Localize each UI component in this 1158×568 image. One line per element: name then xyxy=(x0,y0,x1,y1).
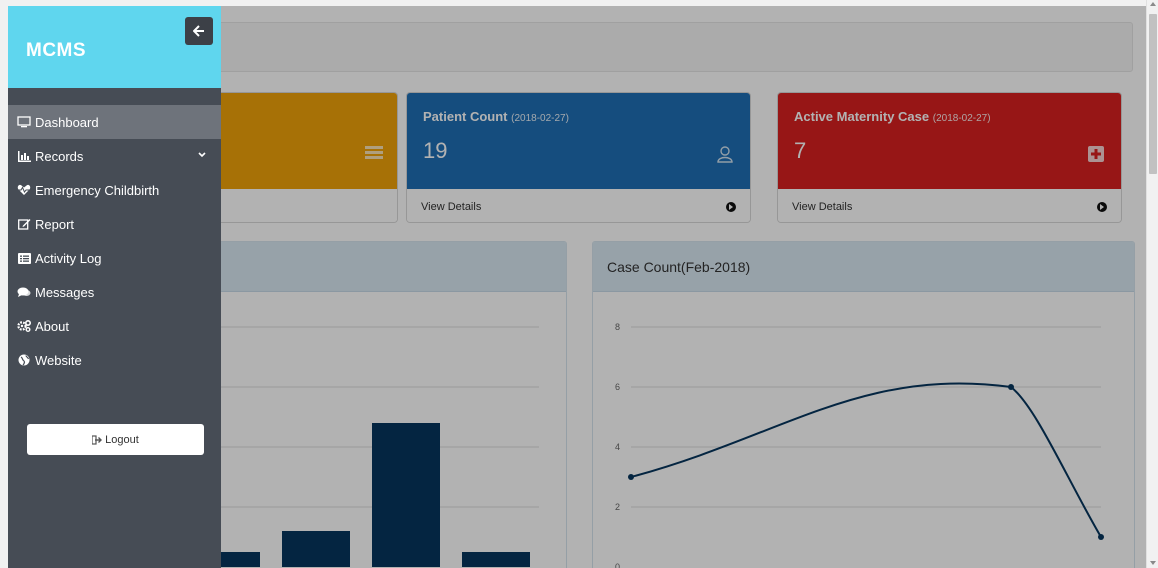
sidebar: MCMS Dashboard Records Emergency Childbi… xyxy=(8,6,221,568)
sidebar-item-label: Activity Log xyxy=(35,250,102,266)
sidebar-item-report[interactable]: Report xyxy=(8,207,221,241)
collapse-sidebar-button[interactable] xyxy=(185,17,213,45)
logout-button[interactable]: Logout xyxy=(27,424,204,455)
arrow-left-icon xyxy=(193,25,204,37)
sidebar-item-dashboard[interactable]: Dashboard xyxy=(8,105,221,139)
sidebar-item-label: Messages xyxy=(35,284,95,300)
sidebar-item-activity-log[interactable]: Activity Log xyxy=(8,241,221,275)
bar-chart-icon xyxy=(17,149,31,163)
sidebar-item-label: Emergency Childbirth xyxy=(35,182,160,198)
edit-icon xyxy=(17,217,31,231)
sidebar-menu: Dashboard Records Emergency Childbirth R… xyxy=(8,105,221,377)
brand-header: MCMS xyxy=(8,6,221,88)
sign-out-icon xyxy=(92,434,103,445)
sidebar-item-label: Records xyxy=(35,148,84,164)
gears-icon xyxy=(17,319,31,333)
monitor-icon xyxy=(17,115,31,129)
browser-frame-left xyxy=(0,0,8,568)
chevron-down-icon xyxy=(198,152,206,158)
sidebar-item-records[interactable]: Records xyxy=(8,139,221,173)
sidebar-item-about[interactable]: About xyxy=(8,309,221,343)
sidebar-item-messages[interactable]: Messages xyxy=(8,275,221,309)
scroll-down-icon[interactable] xyxy=(1150,561,1156,565)
list-icon xyxy=(17,251,31,265)
page-scrollbar[interactable] xyxy=(1146,0,1158,568)
sidebar-item-label: About xyxy=(35,318,69,334)
comments-icon xyxy=(17,285,31,299)
scroll-up-icon[interactable] xyxy=(1150,2,1156,6)
sidebar-item-website[interactable]: Website xyxy=(8,343,221,377)
logout-label: Logout xyxy=(105,433,139,446)
globe-icon xyxy=(17,353,31,367)
sidebar-item-emergency-childbirth[interactable]: Emergency Childbirth xyxy=(8,173,221,207)
sidebar-item-label: Website xyxy=(35,352,82,368)
sidebar-item-label: Dashboard xyxy=(35,114,99,130)
scroll-thumb[interactable] xyxy=(1149,14,1157,174)
brand-name: MCMS xyxy=(26,40,87,61)
heartbeat-icon xyxy=(17,183,31,197)
sidebar-item-label: Report xyxy=(35,216,75,232)
